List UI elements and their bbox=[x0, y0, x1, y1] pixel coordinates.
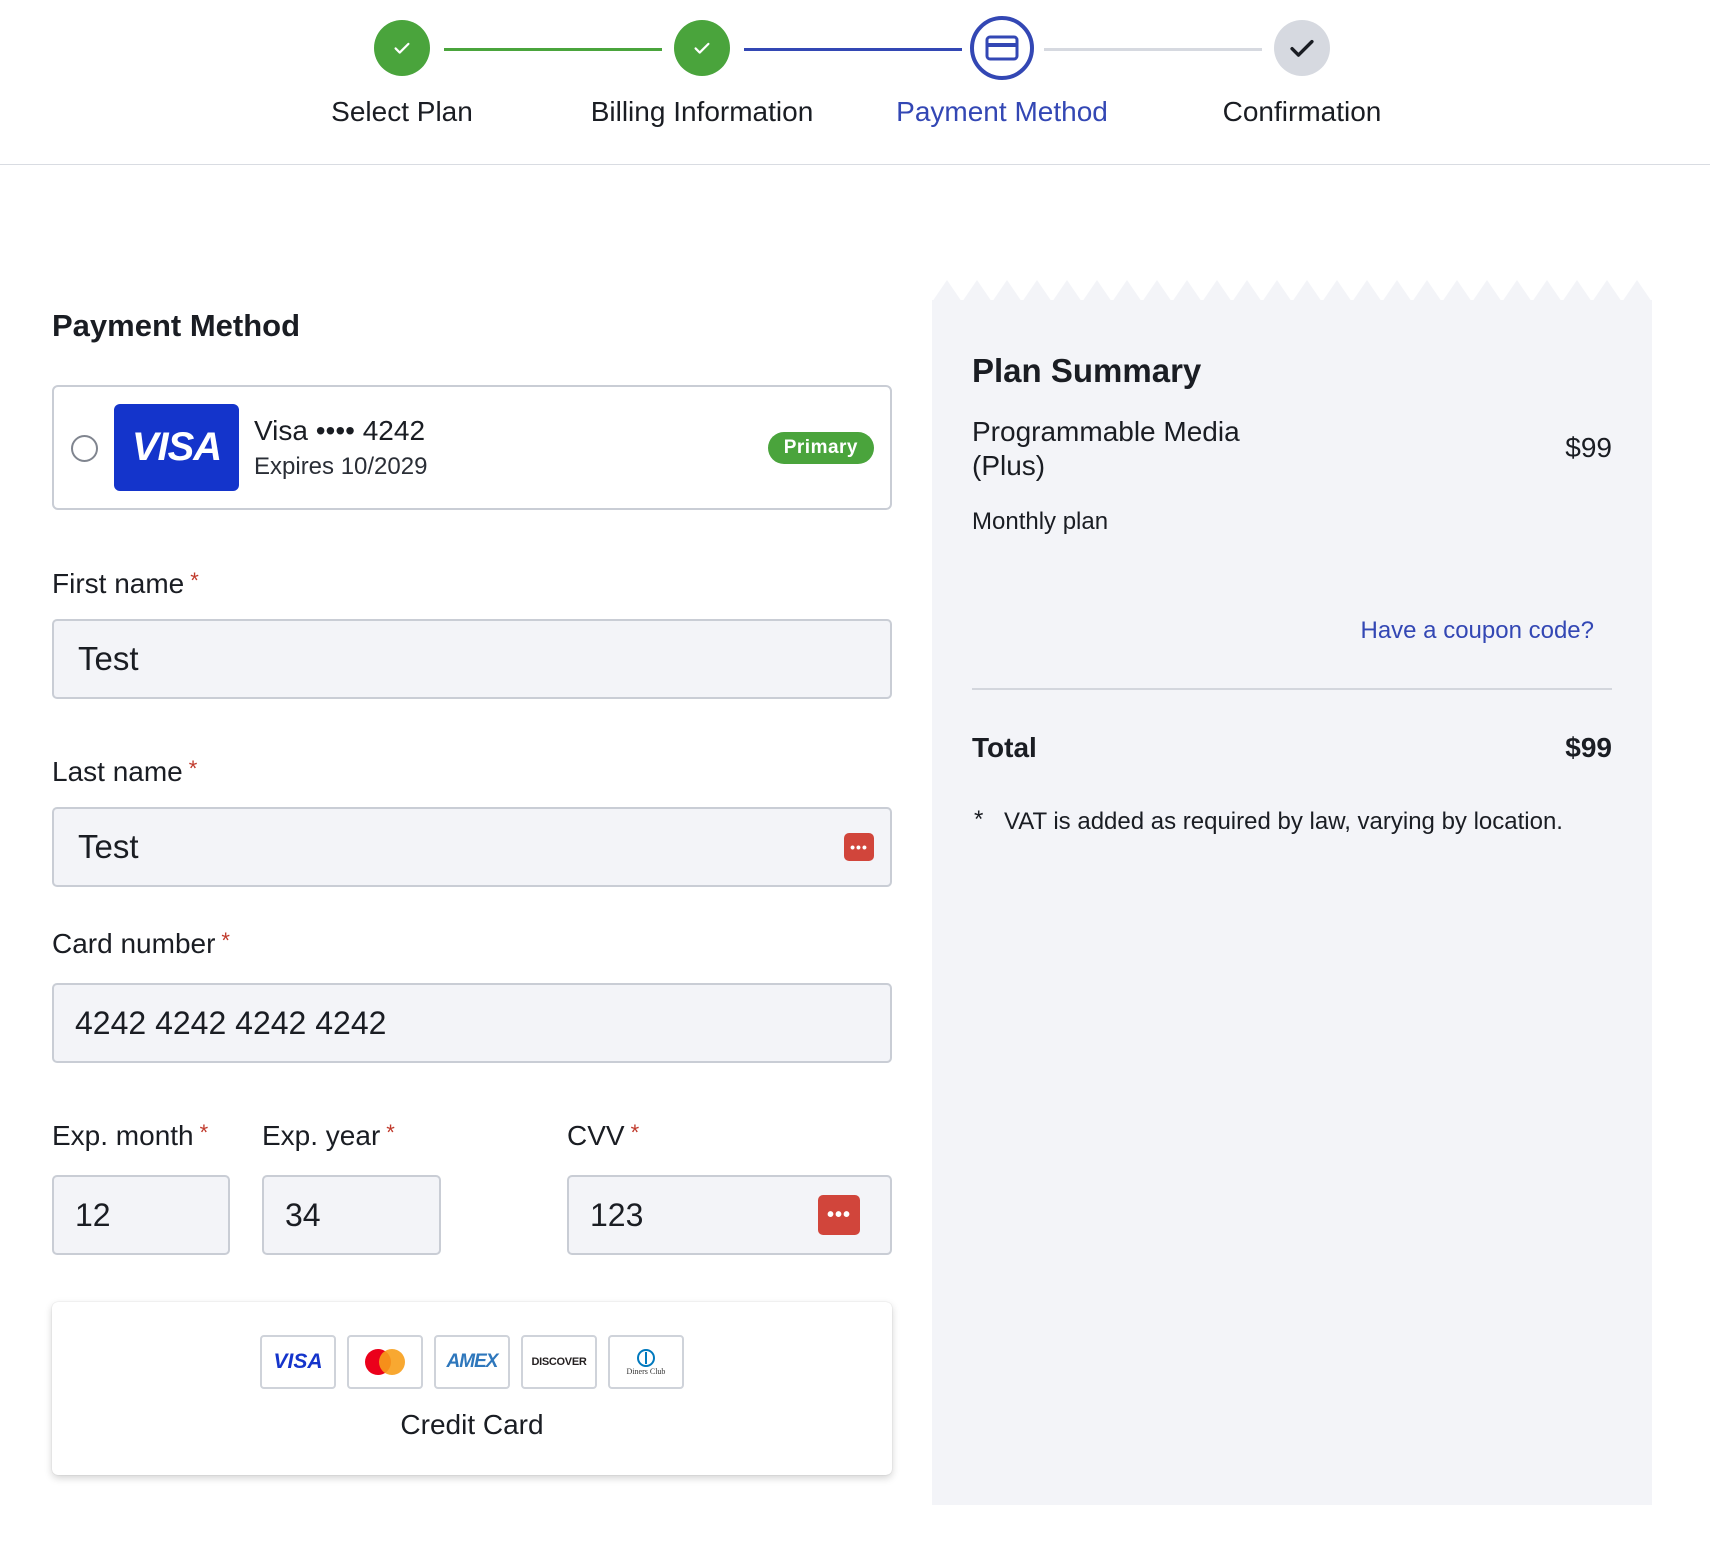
visa-logo-icon: VISA bbox=[114, 404, 239, 491]
credit-card-icon bbox=[985, 35, 1019, 61]
saved-card-name: Visa •••• 4242 bbox=[254, 415, 426, 446]
cvv-label-text: CVV bbox=[567, 1120, 625, 1151]
first-name-label: First name * bbox=[52, 568, 199, 600]
step-label-billing-information: Billing Information bbox=[590, 96, 814, 127]
exp-month-value: 12 bbox=[75, 1196, 111, 1233]
coupon-code-link[interactable]: Have a coupon code? bbox=[1360, 617, 1594, 645]
total-value: $99 bbox=[1565, 732, 1612, 763]
card-number-input[interactable]: 4242 4242 4242 4242 bbox=[52, 983, 892, 1063]
plan-summary-panel: Plan Summary Programmable Media (Plus) $… bbox=[932, 300, 1652, 1505]
exp-month-input[interactable]: 12 bbox=[52, 1175, 230, 1255]
plan-billing-period: Monthly plan bbox=[972, 508, 1109, 535]
summary-divider bbox=[972, 688, 1612, 690]
visa-brand-icon: VISA bbox=[260, 1335, 336, 1389]
required-marker: * bbox=[221, 928, 230, 953]
step-payment-method[interactable] bbox=[970, 16, 1034, 80]
saved-card-expiry: Expires 10/2029 bbox=[254, 453, 428, 480]
diners-club-logo-icon bbox=[637, 1348, 655, 1367]
card-number-value: 4242 4242 4242 4242 bbox=[75, 1004, 387, 1041]
step-connector-2 bbox=[744, 48, 962, 51]
amex-brand-text: AMEX bbox=[446, 1351, 499, 1372]
discover-brand-icon: DISCOVER bbox=[521, 1335, 597, 1389]
plan-summary-title: Plan Summary bbox=[972, 352, 1202, 389]
exp-year-value: 34 bbox=[285, 1196, 321, 1233]
plan-price: $99 bbox=[1565, 432, 1612, 463]
required-marker: * bbox=[386, 1120, 395, 1145]
cvv-input[interactable]: 123 ••• bbox=[567, 1175, 892, 1255]
last-name-label: Last name * bbox=[52, 756, 197, 788]
page-title: Payment Method bbox=[52, 308, 301, 343]
checkmark-icon bbox=[394, 42, 410, 54]
last-name-input[interactable]: Test ••• bbox=[52, 807, 892, 887]
checkmark-icon bbox=[1290, 39, 1314, 57]
required-marker: * bbox=[199, 1120, 209, 1145]
credit-card-label: Credit Card bbox=[400, 1409, 544, 1440]
step-select-plan[interactable] bbox=[374, 20, 430, 76]
step-billing-information[interactable] bbox=[674, 20, 730, 76]
plan-product-name: Programmable Media (Plus) bbox=[972, 416, 1240, 481]
exp-year-label: Exp. year * bbox=[262, 1120, 395, 1152]
required-marker: * bbox=[630, 1120, 640, 1145]
password-manager-icon[interactable]: ••• bbox=[818, 1195, 860, 1235]
exp-month-label-text: Exp. month bbox=[52, 1120, 194, 1151]
saved-card-radio[interactable] bbox=[71, 435, 98, 462]
step-label-confirmation: Confirmation bbox=[1222, 96, 1382, 127]
total-label: Total bbox=[972, 732, 1037, 763]
cvv-value: 123 bbox=[590, 1196, 644, 1233]
vat-note: VAT is added as required by law, varying… bbox=[1004, 808, 1563, 835]
step-label-select-plan: Select Plan bbox=[331, 96, 473, 127]
last-name-value: Test bbox=[78, 828, 139, 865]
last-name-label-text: Last name bbox=[52, 756, 183, 787]
card-number-label: Card number * bbox=[52, 928, 230, 960]
receipt-zigzag-edge bbox=[932, 280, 1652, 302]
first-name-value: Test bbox=[78, 640, 139, 677]
exp-year-label-text: Exp. year bbox=[262, 1120, 381, 1151]
step-confirmation[interactable] bbox=[1274, 20, 1330, 76]
saved-card-option[interactable]: VISA Visa •••• 4242 Expires 10/2029 Prim… bbox=[52, 385, 892, 510]
step-connector-3 bbox=[1044, 48, 1262, 51]
cvv-label: CVV * bbox=[567, 1120, 639, 1152]
checkout-stepper: Select Plan Billing Information Payment … bbox=[0, 0, 1710, 165]
mastercard-logo-icon bbox=[365, 1349, 405, 1375]
first-name-label-text: First name bbox=[52, 568, 185, 599]
diners-club-brand-icon: Diners Club bbox=[608, 1335, 684, 1389]
first-name-input[interactable]: Test bbox=[52, 619, 892, 699]
required-marker: * bbox=[190, 568, 199, 593]
diners-club-brand-text: Diners Club bbox=[626, 1366, 666, 1376]
mastercard-brand-icon bbox=[347, 1335, 423, 1389]
exp-month-label: Exp. month * bbox=[52, 1120, 208, 1152]
card-number-label-text: Card number bbox=[52, 928, 216, 959]
primary-badge: Primary bbox=[767, 432, 874, 464]
step-connector-1 bbox=[444, 48, 662, 51]
credit-card-method[interactable]: VISA AMEX DISCOVER Diners Club Credit Ca… bbox=[52, 1302, 892, 1475]
required-marker: * bbox=[188, 756, 198, 781]
vat-marker: * bbox=[974, 806, 984, 833]
checkmark-icon bbox=[694, 42, 710, 54]
discover-brand-text: DISCOVER bbox=[531, 1356, 587, 1368]
amex-brand-icon: AMEX bbox=[434, 1335, 510, 1389]
step-label-payment-method: Payment Method bbox=[896, 96, 1108, 127]
visa-brand-text: VISA bbox=[273, 1350, 323, 1373]
exp-year-input[interactable]: 34 bbox=[262, 1175, 441, 1255]
password-manager-icon[interactable]: ••• bbox=[844, 833, 874, 861]
